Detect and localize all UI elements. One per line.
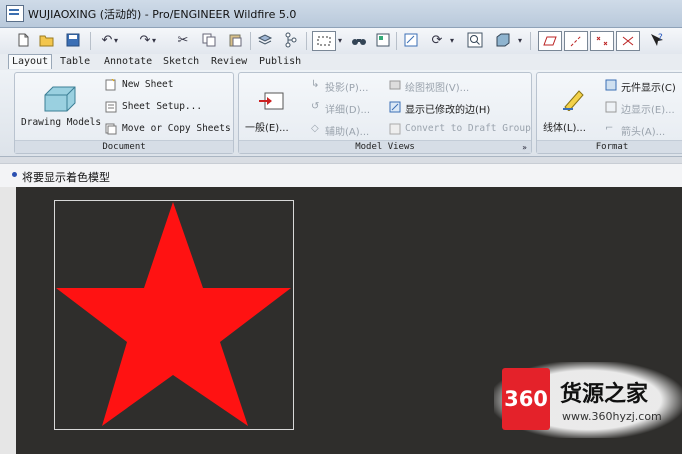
info-bullet-icon xyxy=(12,172,17,177)
status-message: 将要显示着色模型 xyxy=(22,171,110,184)
move-copy-sheets-icon xyxy=(105,123,117,135)
left-panel-edge xyxy=(0,187,16,454)
undo-dropdown-icon[interactable]: ▾ xyxy=(112,31,120,49)
auxiliary-icon: ◇ xyxy=(311,123,319,134)
model-views-group: 一般(E)... ↳ 投影(P)... ↺ 详细(D)... ◇ 辅助(A)..… xyxy=(238,72,532,154)
tab-review[interactable]: Review xyxy=(208,55,250,69)
show-modified-edges-icon xyxy=(389,101,401,113)
app-icon[interactable] xyxy=(6,5,24,22)
coordinate-systems-icon[interactable] xyxy=(616,31,640,51)
display-style-dropdown-icon[interactable]: ▾ xyxy=(516,31,524,49)
line-style-button[interactable]: 线体(L)... xyxy=(543,119,586,134)
tab-publish[interactable]: Publish xyxy=(256,55,304,69)
regenerate-dropdown-icon[interactable]: ▾ xyxy=(448,31,456,49)
layers-icon[interactable] xyxy=(256,31,274,49)
edge-display-button[interactable]: 边显示(E)... xyxy=(621,101,675,116)
drawing-view-button[interactable]: 绘图视图(V)... xyxy=(405,79,469,94)
regenerate-icon[interactable]: ⟳ xyxy=(428,31,446,49)
general-view-button[interactable]: 一般(E)... xyxy=(245,119,289,134)
paste-icon[interactable] xyxy=(226,31,244,49)
edge-display-icon xyxy=(605,101,617,113)
ribbon: Drawing Models New Sheet Sheet Setup... … xyxy=(0,70,682,157)
message-area: 将要显示着色模型 xyxy=(0,163,682,188)
detailed-icon: ↺ xyxy=(311,101,320,112)
drawing-sheet-icon[interactable] xyxy=(402,31,420,49)
svg-text:?: ? xyxy=(658,33,663,43)
new-file-icon[interactable] xyxy=(14,31,32,49)
new-sheet-icon xyxy=(105,78,117,91)
convert-draft-group-button[interactable]: Convert to Draft Group xyxy=(405,123,531,134)
document-group-label: Document xyxy=(15,140,233,153)
drawing-models-icon[interactable] xyxy=(41,85,77,116)
watermark-url: www.360hyzj.com xyxy=(562,410,662,423)
redo-dropdown-icon[interactable]: ▾ xyxy=(150,31,158,49)
tab-table[interactable]: Table xyxy=(57,55,93,69)
detailed-button[interactable]: 详细(D)... xyxy=(325,101,370,116)
model-tree-icon[interactable] xyxy=(282,31,300,49)
element-display-icon xyxy=(605,79,617,91)
line-style-icon[interactable] xyxy=(561,85,587,114)
drawing-models-button[interactable]: Drawing Models xyxy=(21,117,101,128)
sheet-setup-button[interactable]: Sheet Setup... xyxy=(122,101,202,112)
select-box-icon[interactable] xyxy=(312,31,336,51)
help-icon[interactable]: ? xyxy=(648,31,666,49)
datum-points-icon[interactable] xyxy=(590,31,614,51)
save-icon[interactable] xyxy=(64,31,82,49)
ribbon-tabs: Layout Table Annotate Sketch Review Publ… xyxy=(0,54,682,70)
auxiliary-button[interactable]: 辅助(A)... xyxy=(325,123,369,138)
tab-sketch[interactable]: Sketch xyxy=(160,55,202,69)
datum-planes-icon[interactable] xyxy=(538,31,562,51)
properties-icon[interactable] xyxy=(374,31,392,49)
convert-icon xyxy=(389,123,401,135)
display-style-icon[interactable] xyxy=(494,31,512,49)
quick-toolbar: ↶ ▾ ↷ ▾ ✂ ▾ ⟳ ▾ ▾ ? xyxy=(0,28,682,55)
drawing-view-icon xyxy=(389,79,401,91)
tab-annotate[interactable]: Annotate xyxy=(101,55,155,69)
watermark-name: 货源之家 xyxy=(560,382,649,407)
zoom-window-icon[interactable] xyxy=(466,31,484,49)
drawing-sheet-border xyxy=(54,200,294,430)
sheet-setup-icon xyxy=(105,101,117,113)
general-view-icon[interactable] xyxy=(257,89,287,116)
find-binoculars-icon[interactable] xyxy=(350,31,368,49)
show-modified-edges-button[interactable]: 显示已修改的边(H) xyxy=(405,101,490,116)
arrow-button[interactable]: 箭头(A)... xyxy=(621,123,665,138)
element-display-button[interactable]: 元件显示(C) xyxy=(621,79,676,94)
datum-axes-icon[interactable] xyxy=(564,31,588,51)
model-views-group-label: Model Views xyxy=(239,140,531,153)
format-group: 线体(L)... 元件显示(C) 边显示(E)... ⌐ 箭头(A)... Fo… xyxy=(536,72,682,154)
cut-icon[interactable]: ✂ xyxy=(174,31,192,49)
expand-group-icon[interactable]: » xyxy=(522,143,527,152)
tab-layout[interactable]: Layout xyxy=(8,54,53,69)
open-folder-icon[interactable] xyxy=(38,31,56,49)
copy-icon[interactable] xyxy=(200,31,218,49)
watermark-logo: 360 xyxy=(502,368,550,430)
move-copy-sheets-button[interactable]: Move or Copy Sheets xyxy=(122,123,231,134)
format-group-label: Format xyxy=(537,140,682,153)
projection-icon: ↳ xyxy=(311,79,320,90)
select-dropdown-icon[interactable]: ▾ xyxy=(336,31,344,49)
new-sheet-button[interactable]: New Sheet xyxy=(122,79,173,90)
window-title: WUJIAOXING (活动的) - Pro/ENGINEER Wildfire… xyxy=(28,8,297,21)
document-group: Drawing Models New Sheet Sheet Setup... … xyxy=(14,72,234,154)
arrow-icon: ⌐ xyxy=(605,123,614,134)
projection-button[interactable]: 投影(P)... xyxy=(325,79,368,94)
title-bar: WUJIAOXING (活动的) - Pro/ENGINEER Wildfire… xyxy=(0,0,682,28)
